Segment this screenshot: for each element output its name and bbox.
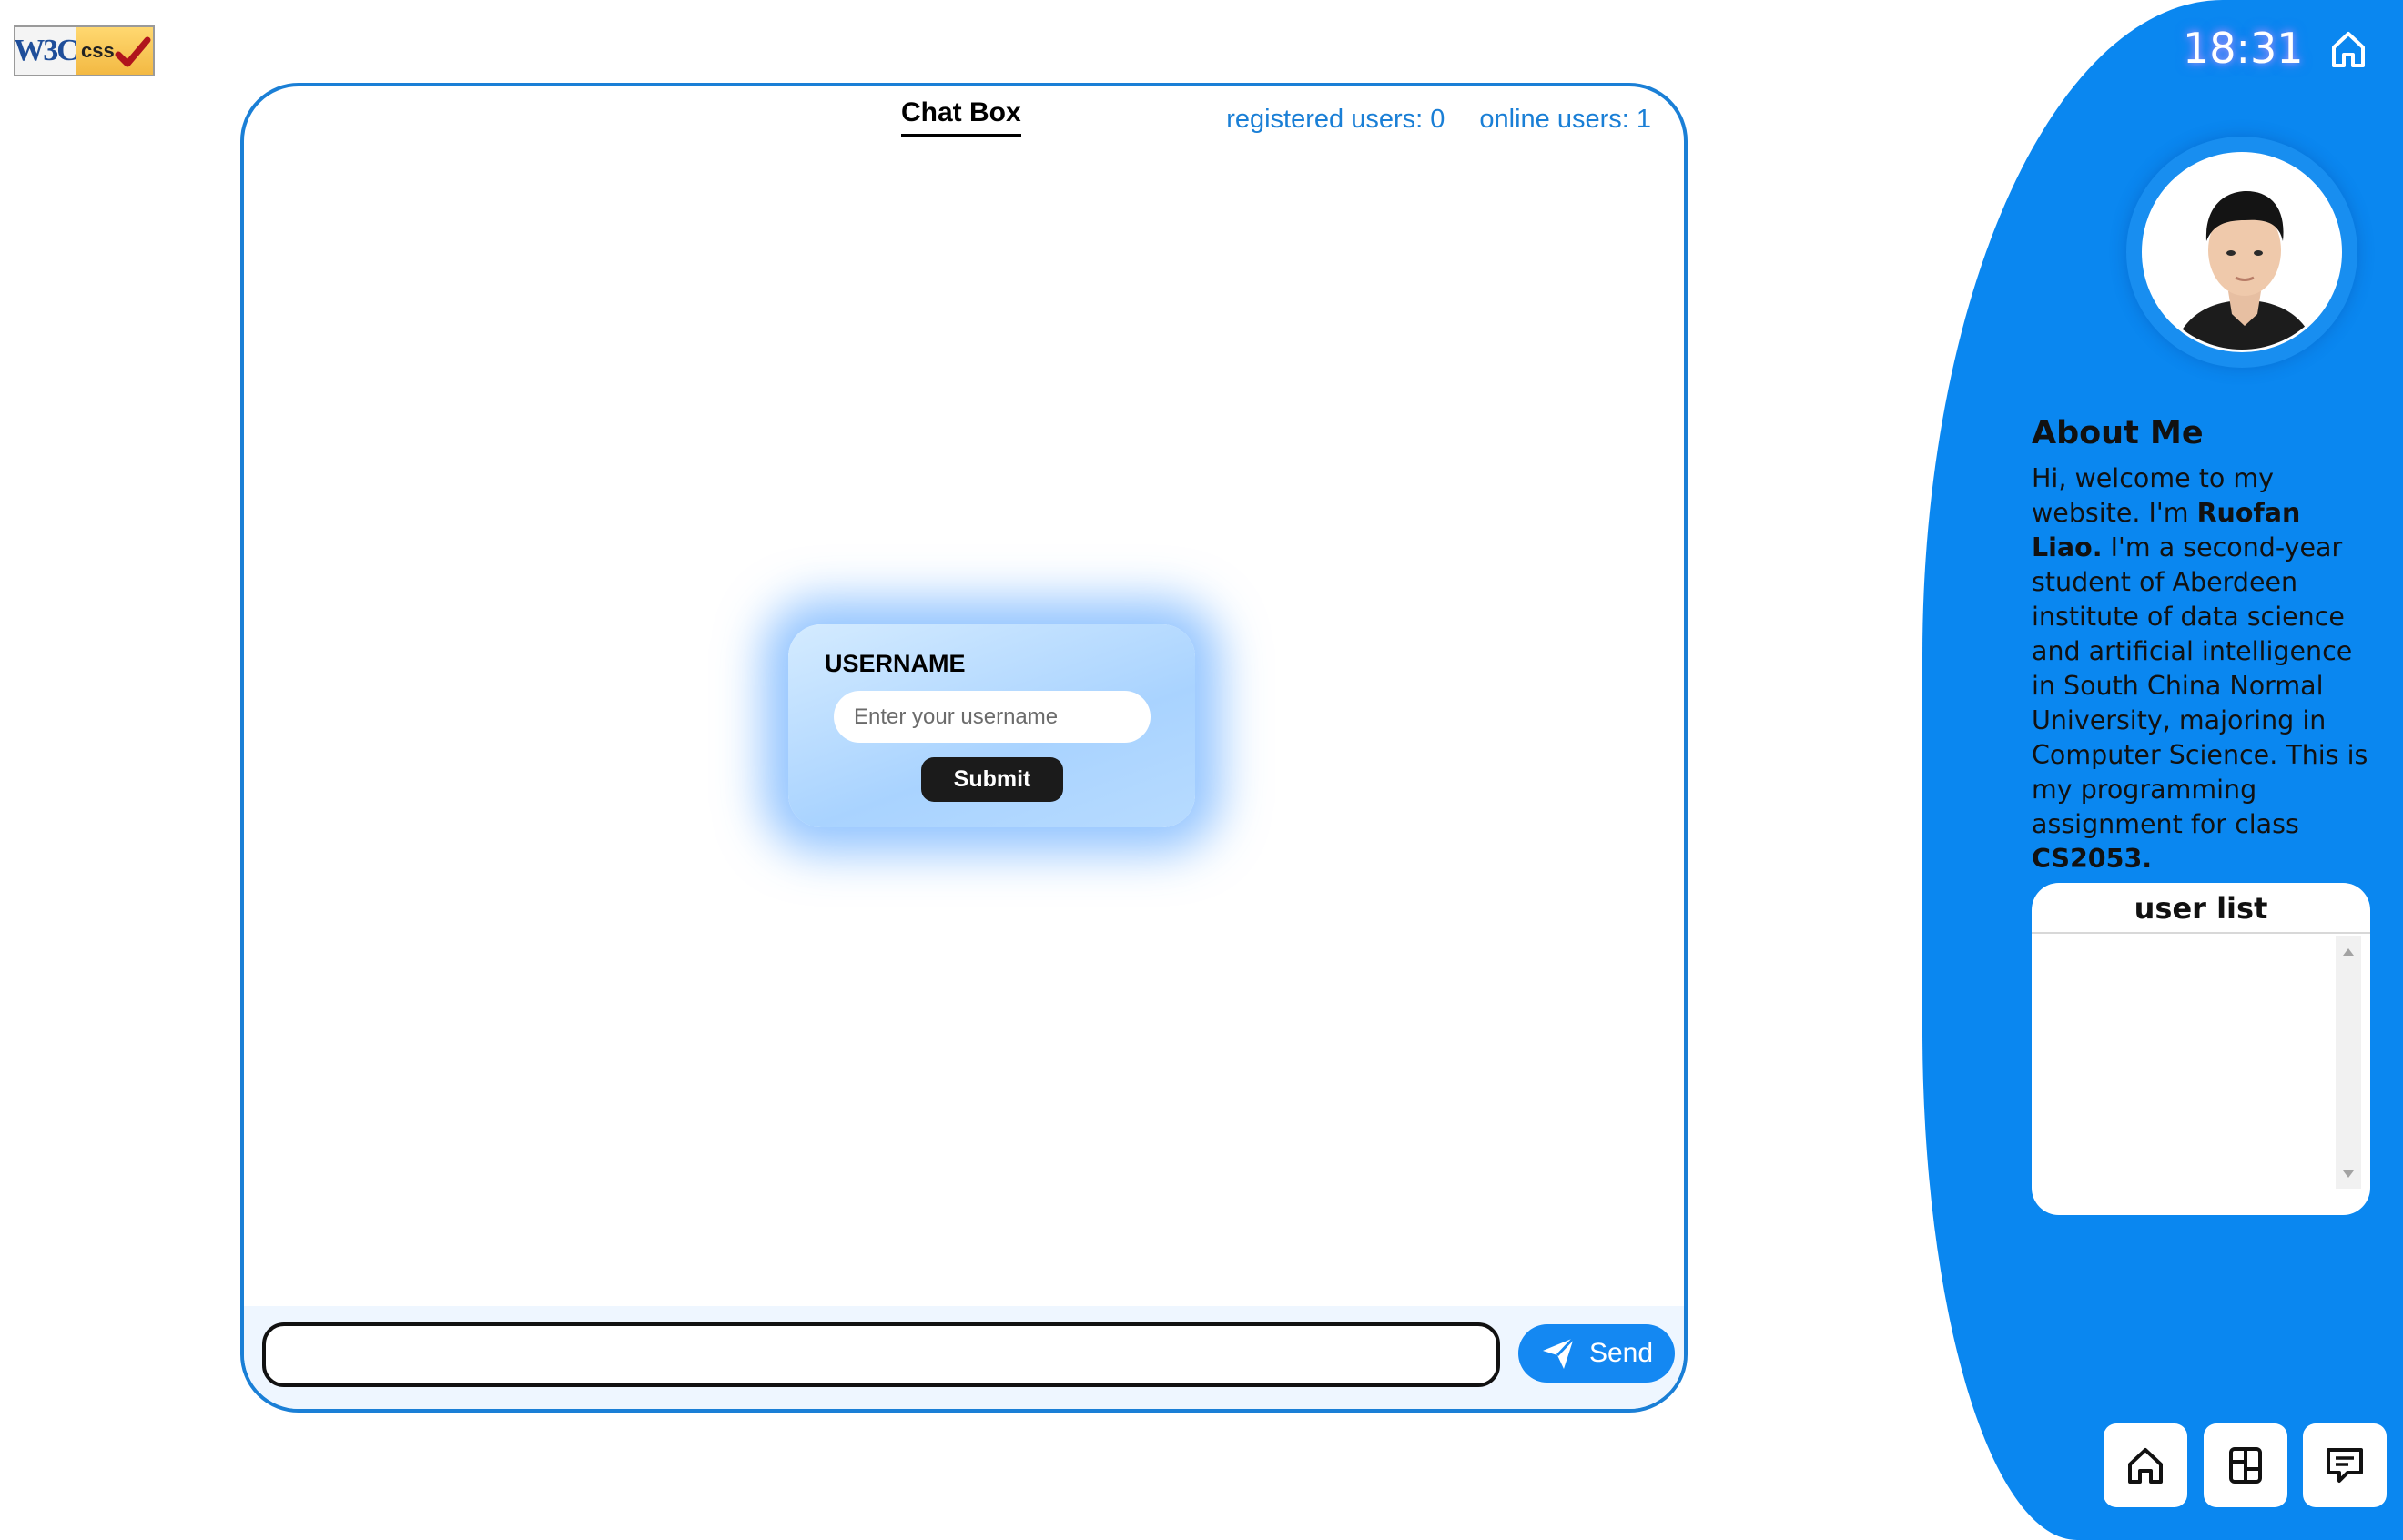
send-button-label: Send: [1588, 1338, 1654, 1368]
home-icon: [2128, 1448, 2163, 1484]
avatar-portrait: [2144, 155, 2339, 350]
about-me-title: About Me: [2032, 415, 2204, 451]
username-input[interactable]: [834, 691, 1151, 743]
course-code: CS2053.: [2032, 844, 2153, 874]
layout-grid-icon: [2229, 1447, 2262, 1484]
nav-home-button[interactable]: [2104, 1423, 2187, 1507]
chat-box-title: Chat Box: [901, 97, 1021, 137]
avatar-ring: [2126, 137, 2357, 368]
profile-sidebar: 18:31 About Me Hi, welcome to my website…: [1922, 0, 2403, 1540]
avatar: [2142, 152, 2342, 352]
user-list-panel: user list: [2032, 883, 2370, 1215]
online-users-count: online users: 1: [1479, 105, 1651, 134]
w3c-css-badge[interactable]: W3C css: [14, 25, 155, 76]
home-icon[interactable]: [2330, 29, 2367, 69]
w3c-logo-text: W3C: [15, 27, 79, 75]
message-input[interactable]: [262, 1322, 1500, 1387]
send-button[interactable]: Send: [1518, 1324, 1675, 1383]
chat-message-icon: [2327, 1448, 2363, 1483]
clock-time: 18:31: [2183, 24, 2304, 73]
css-logo-text: css: [81, 39, 115, 62]
user-counts: registered users: 0 online users: 1: [1226, 105, 1651, 135]
nav-chat-button[interactable]: [2303, 1423, 2387, 1507]
registered-users-count: registered users: 0: [1226, 105, 1445, 134]
username-login-card: USERNAME Submit: [788, 624, 1195, 827]
scroll-up-arrow-icon[interactable]: [2343, 948, 2354, 956]
checkmark-icon: [115, 36, 151, 67]
message-input-bar: Send: [244, 1306, 1684, 1409]
user-list-title: user list: [2032, 883, 2370, 934]
nav-layout-button[interactable]: [2204, 1423, 2287, 1507]
submit-button[interactable]: Submit: [921, 757, 1063, 802]
chat-box: Chat Box registered users: 0 online user…: [240, 83, 1688, 1413]
username-label: USERNAME: [825, 650, 966, 677]
about-text-part: I'm a second-year student of Aberdeen in…: [2032, 532, 2368, 839]
scroll-down-arrow-icon[interactable]: [2343, 1170, 2354, 1178]
user-list-scrollbar[interactable]: [2336, 936, 2361, 1189]
about-me-text: Hi, welcome to my website. I'm Ruofan Li…: [2032, 461, 2378, 876]
paper-plane-icon: [1542, 1336, 1576, 1369]
